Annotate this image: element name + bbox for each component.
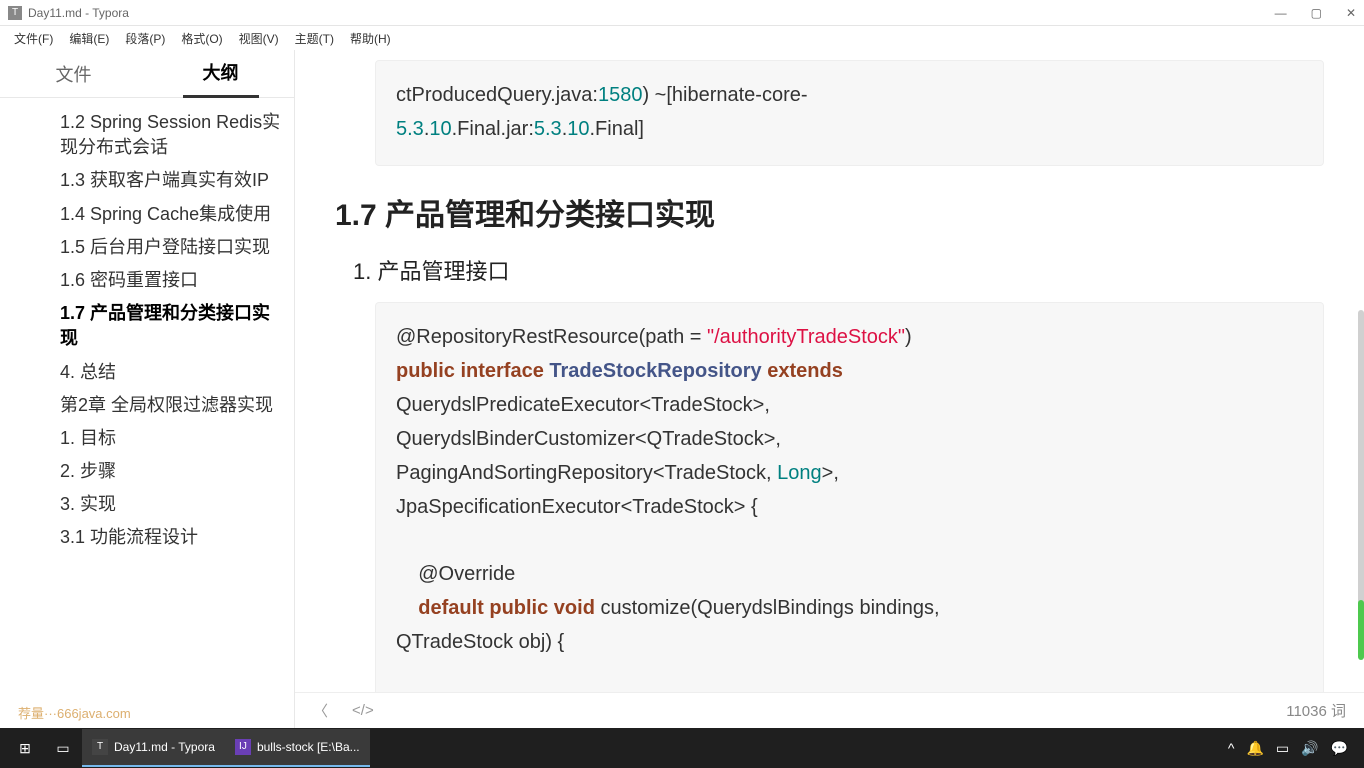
title-bar: T Day11.md - Typora — ▢ ✕ <box>0 0 1364 26</box>
outline-item[interactable]: 1.3 获取客户端真实有效IP <box>60 164 294 197</box>
editor-content[interactable]: ctProducedQuery.java:1580) ~[hibernate-c… <box>295 50 1364 728</box>
tray-volume-icon[interactable]: 🔊 <box>1301 740 1318 757</box>
system-tray[interactable]: ^ 🔔 ▭ 🔊 💬 <box>1228 740 1358 757</box>
sidebar: 文件 大纲 1.2 Spring Session Redis实现分布式会话1.3… <box>0 50 295 728</box>
task-view-button[interactable]: ▭ <box>44 729 82 767</box>
code-block-repository[interactable]: @RepositoryRestResource(path = "/authori… <box>375 302 1324 728</box>
window-title: Day11.md - Typora <box>28 6 129 20</box>
menu-format[interactable]: 格式(O) <box>173 28 230 49</box>
heading-1-7[interactable]: 1.7 产品管理和分类接口实现 <box>335 190 1324 234</box>
outline-item[interactable]: 3.1 功能流程设计 <box>60 521 294 554</box>
tray-action-center-icon[interactable]: 💬 <box>1331 740 1348 757</box>
tab-outline[interactable]: 大纲 <box>183 49 259 98</box>
outline-item[interactable]: 第2章 全局权限过滤器实现 <box>60 389 294 422</box>
tray-battery-icon[interactable]: ▭ <box>1276 740 1289 757</box>
status-bar: 〈 </> 11036 词 <box>295 692 1364 728</box>
maximize-button[interactable]: ▢ <box>1311 6 1322 20</box>
code-toggle-icon[interactable]: </> <box>352 702 374 719</box>
menu-file[interactable]: 文件(F) <box>6 28 61 49</box>
tab-files[interactable]: 文件 <box>36 51 112 97</box>
code-block-stacktrace[interactable]: ctProducedQuery.java:1580) ~[hibernate-c… <box>375 60 1324 166</box>
taskbar-app-typora-label: Day11.md - Typora <box>114 740 215 754</box>
menu-edit[interactable]: 编辑(E) <box>61 28 117 49</box>
watermark: 荐量···666java.com <box>18 703 131 722</box>
menu-bar: 文件(F) 编辑(E) 段落(P) 格式(O) 视图(V) 主题(T) 帮助(H… <box>0 26 1364 50</box>
app-icon: T <box>8 6 22 20</box>
outline-item[interactable]: 1.2 Spring Session Redis实现分布式会话 <box>60 106 294 164</box>
outline-item[interactable]: 4. 总结 <box>60 356 294 389</box>
minimize-button[interactable]: — <box>1275 6 1287 20</box>
tray-notification-icon[interactable]: 🔔 <box>1246 740 1263 757</box>
taskbar-app-typora[interactable]: T Day11.md - Typora <box>82 729 225 767</box>
menu-theme[interactable]: 主题(T) <box>287 28 342 49</box>
sidebar-tabs: 文件 大纲 <box>0 50 294 98</box>
back-icon[interactable]: 〈 <box>313 700 328 721</box>
outline-item[interactable]: 1.7 产品管理和分类接口实现 <box>60 297 294 355</box>
menu-paragraph[interactable]: 段落(P) <box>117 28 173 49</box>
taskbar-app-idea-label: bulls-stock [E:\Ba... <box>257 740 360 754</box>
menu-view[interactable]: 视图(V) <box>231 28 287 49</box>
word-count[interactable]: 11036 词 <box>1286 700 1346 721</box>
outline-item[interactable]: 1.6 密码重置接口 <box>60 264 294 297</box>
outline-item[interactable]: 2. 步骤 <box>60 455 294 488</box>
outline-item[interactable]: 1.4 Spring Cache集成使用 <box>60 198 294 231</box>
close-button[interactable]: ✕ <box>1346 6 1356 20</box>
tray-chevron-icon[interactable]: ^ <box>1228 740 1235 756</box>
scrollbar-track[interactable] <box>1358 310 1364 650</box>
outline-item[interactable]: 3. 实现 <box>60 488 294 521</box>
windows-taskbar: ⊞ ▭ T Day11.md - Typora IJ bulls-stock [… <box>0 728 1364 768</box>
start-button[interactable]: ⊞ <box>6 729 44 767</box>
outline-item[interactable]: 1.5 后台用户登陆接口实现 <box>60 231 294 264</box>
taskbar-app-idea[interactable]: IJ bulls-stock [E:\Ba... <box>225 729 370 767</box>
outline-list[interactable]: 1.2 Spring Session Redis实现分布式会话1.3 获取客户端… <box>0 98 294 728</box>
outline-item[interactable]: 1. 目标 <box>60 422 294 455</box>
menu-help[interactable]: 帮助(H) <box>342 28 399 49</box>
scrollbar-change-marker <box>1358 600 1364 660</box>
list-item-1[interactable]: 1. 产品管理接口 <box>353 254 1324 286</box>
